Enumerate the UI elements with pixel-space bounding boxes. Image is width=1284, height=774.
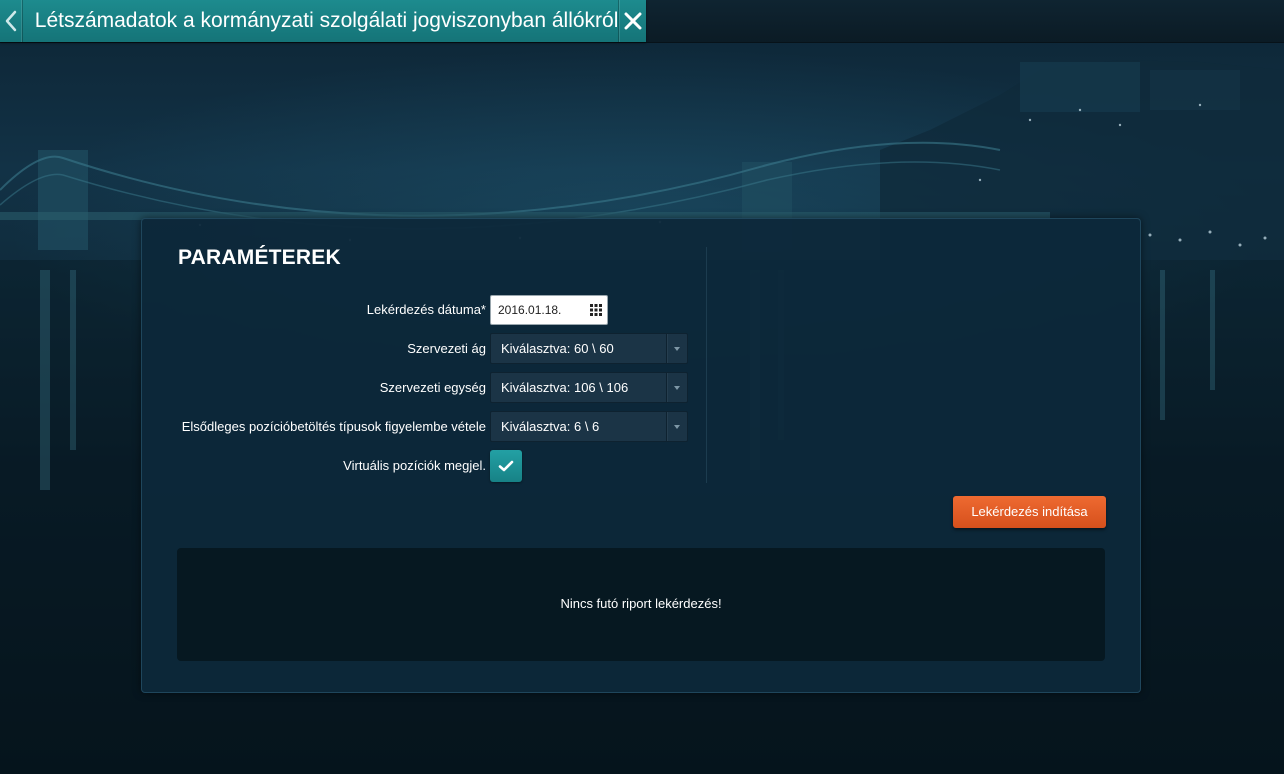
virtual-positions-row: Virtuális pozíciók megjel. (142, 450, 702, 482)
virtual-positions-checkbox[interactable] (490, 450, 522, 482)
vertical-divider (706, 247, 707, 483)
window-title-bar: Létszámadatok a kormányzati szolgálati j… (0, 0, 646, 42)
run-query-button[interactable]: Lekérdezés indítása (953, 496, 1106, 528)
position-types-select[interactable]: Kiválasztva: 6 \ 6 (490, 411, 688, 442)
unit-select[interactable]: Kiválasztva: 106 \ 106 (490, 372, 688, 403)
date-row: Lekérdezés dátuma* 2016.01.18. (142, 294, 702, 326)
close-button[interactable] (619, 0, 646, 42)
back-button[interactable] (0, 0, 23, 42)
branch-value: Kiválasztva: 60 \ 60 (501, 341, 614, 356)
checkmark-icon (498, 460, 514, 472)
page-title: Létszámadatok a kormányzati szolgálati j… (23, 0, 620, 42)
chevron-down-icon[interactable] (666, 334, 687, 363)
position-types-value: Kiválasztva: 6 \ 6 (501, 419, 600, 434)
unit-label: Szervezeti egység (379, 380, 486, 395)
branch-row: Szervezeti ág Kiválasztva: 60 \ 60 (142, 333, 702, 365)
date-label: Lekérdezés dátuma* (366, 302, 486, 317)
chevron-left-icon (5, 10, 17, 32)
date-value: 2016.01.18. (498, 303, 562, 317)
unit-row: Szervezeti egység Kiválasztva: 106 \ 106 (142, 372, 702, 404)
report-status-box: Nincs futó riport lekérdezés! (177, 548, 1105, 661)
close-icon (624, 12, 642, 30)
calendar-icon[interactable] (590, 304, 602, 316)
position-types-label: Elsődleges pozícióbetöltés típusok figye… (181, 419, 486, 434)
virtual-positions-label: Virtuális pozíciók megjel. (343, 458, 486, 473)
chevron-down-icon[interactable] (666, 373, 687, 402)
branch-label: Szervezeti ág (407, 341, 486, 356)
status-message: Nincs futó riport lekérdezés! (560, 596, 722, 611)
unit-value: Kiválasztva: 106 \ 106 (501, 380, 629, 395)
parameters-panel: PARAMÉTEREK Lekérdezés dátuma* 2016.01.1… (141, 218, 1141, 693)
chevron-down-icon[interactable] (666, 412, 687, 441)
branch-select[interactable]: Kiválasztva: 60 \ 60 (490, 333, 688, 364)
panel-title: PARAMÉTEREK (178, 246, 341, 269)
date-input[interactable]: 2016.01.18. (490, 295, 608, 325)
position-types-row: Elsődleges pozícióbetöltés típusok figye… (142, 411, 702, 443)
top-bar: Létszámadatok a kormányzati szolgálati j… (0, 0, 1284, 43)
